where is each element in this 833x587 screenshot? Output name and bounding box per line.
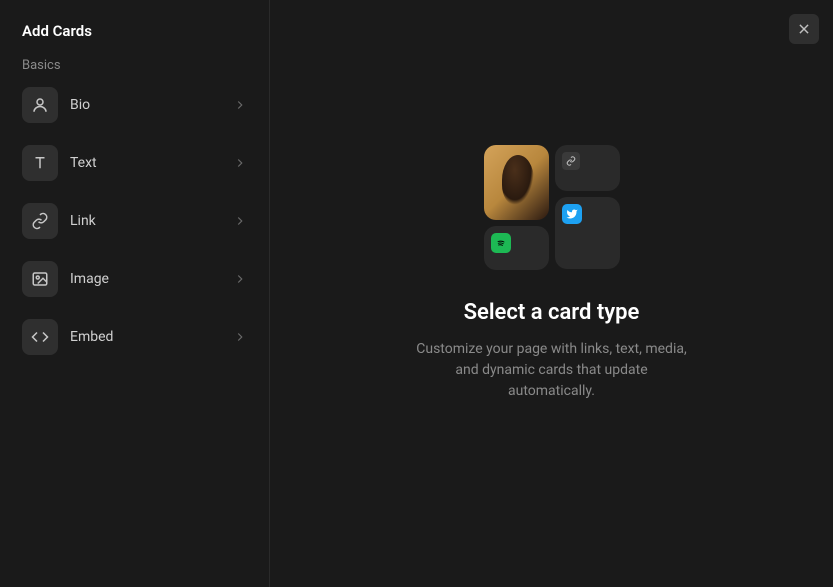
close-icon xyxy=(797,22,811,36)
main-title: Select a card type xyxy=(464,300,640,325)
card-preview-grid xyxy=(484,145,620,276)
chevron-right-icon xyxy=(233,156,247,170)
preview-spotify-card xyxy=(484,226,549,270)
image-icon xyxy=(22,261,58,297)
card-item-label: Embed xyxy=(70,329,233,345)
text-icon xyxy=(22,145,58,181)
preview-column-left xyxy=(484,145,549,270)
main-content: Select a card type Customize your page w… xyxy=(270,0,833,587)
card-item-label: Bio xyxy=(70,97,233,113)
preview-column-right xyxy=(555,145,620,270)
card-item-bio[interactable]: Bio xyxy=(22,87,247,123)
section-label: Basics xyxy=(22,58,247,73)
chevron-right-icon xyxy=(233,272,247,286)
preview-portrait-image xyxy=(484,145,549,220)
card-item-embed[interactable]: Embed xyxy=(22,319,247,355)
card-item-text[interactable]: Text xyxy=(22,145,247,181)
card-item-link[interactable]: Link xyxy=(22,203,247,239)
preview-link-card xyxy=(555,145,620,191)
chevron-right-icon xyxy=(233,214,247,228)
main-description: Customize your page with links, text, me… xyxy=(412,339,692,402)
spotify-icon xyxy=(491,233,511,253)
card-item-label: Link xyxy=(70,213,233,229)
link-icon xyxy=(22,203,58,239)
preview-twitter-card xyxy=(555,197,620,269)
close-button[interactable] xyxy=(789,14,819,44)
sidebar: Add Cards Basics Bio Text Link Image xyxy=(0,0,270,587)
card-item-label: Text xyxy=(70,155,233,171)
card-item-image[interactable]: Image xyxy=(22,261,247,297)
chevron-right-icon xyxy=(233,330,247,344)
card-item-label: Image xyxy=(70,271,233,287)
link-icon xyxy=(562,152,580,170)
twitter-icon xyxy=(562,204,582,224)
code-icon xyxy=(22,319,58,355)
user-icon xyxy=(22,87,58,123)
chevron-right-icon xyxy=(233,98,247,112)
sidebar-title: Add Cards xyxy=(22,22,247,40)
